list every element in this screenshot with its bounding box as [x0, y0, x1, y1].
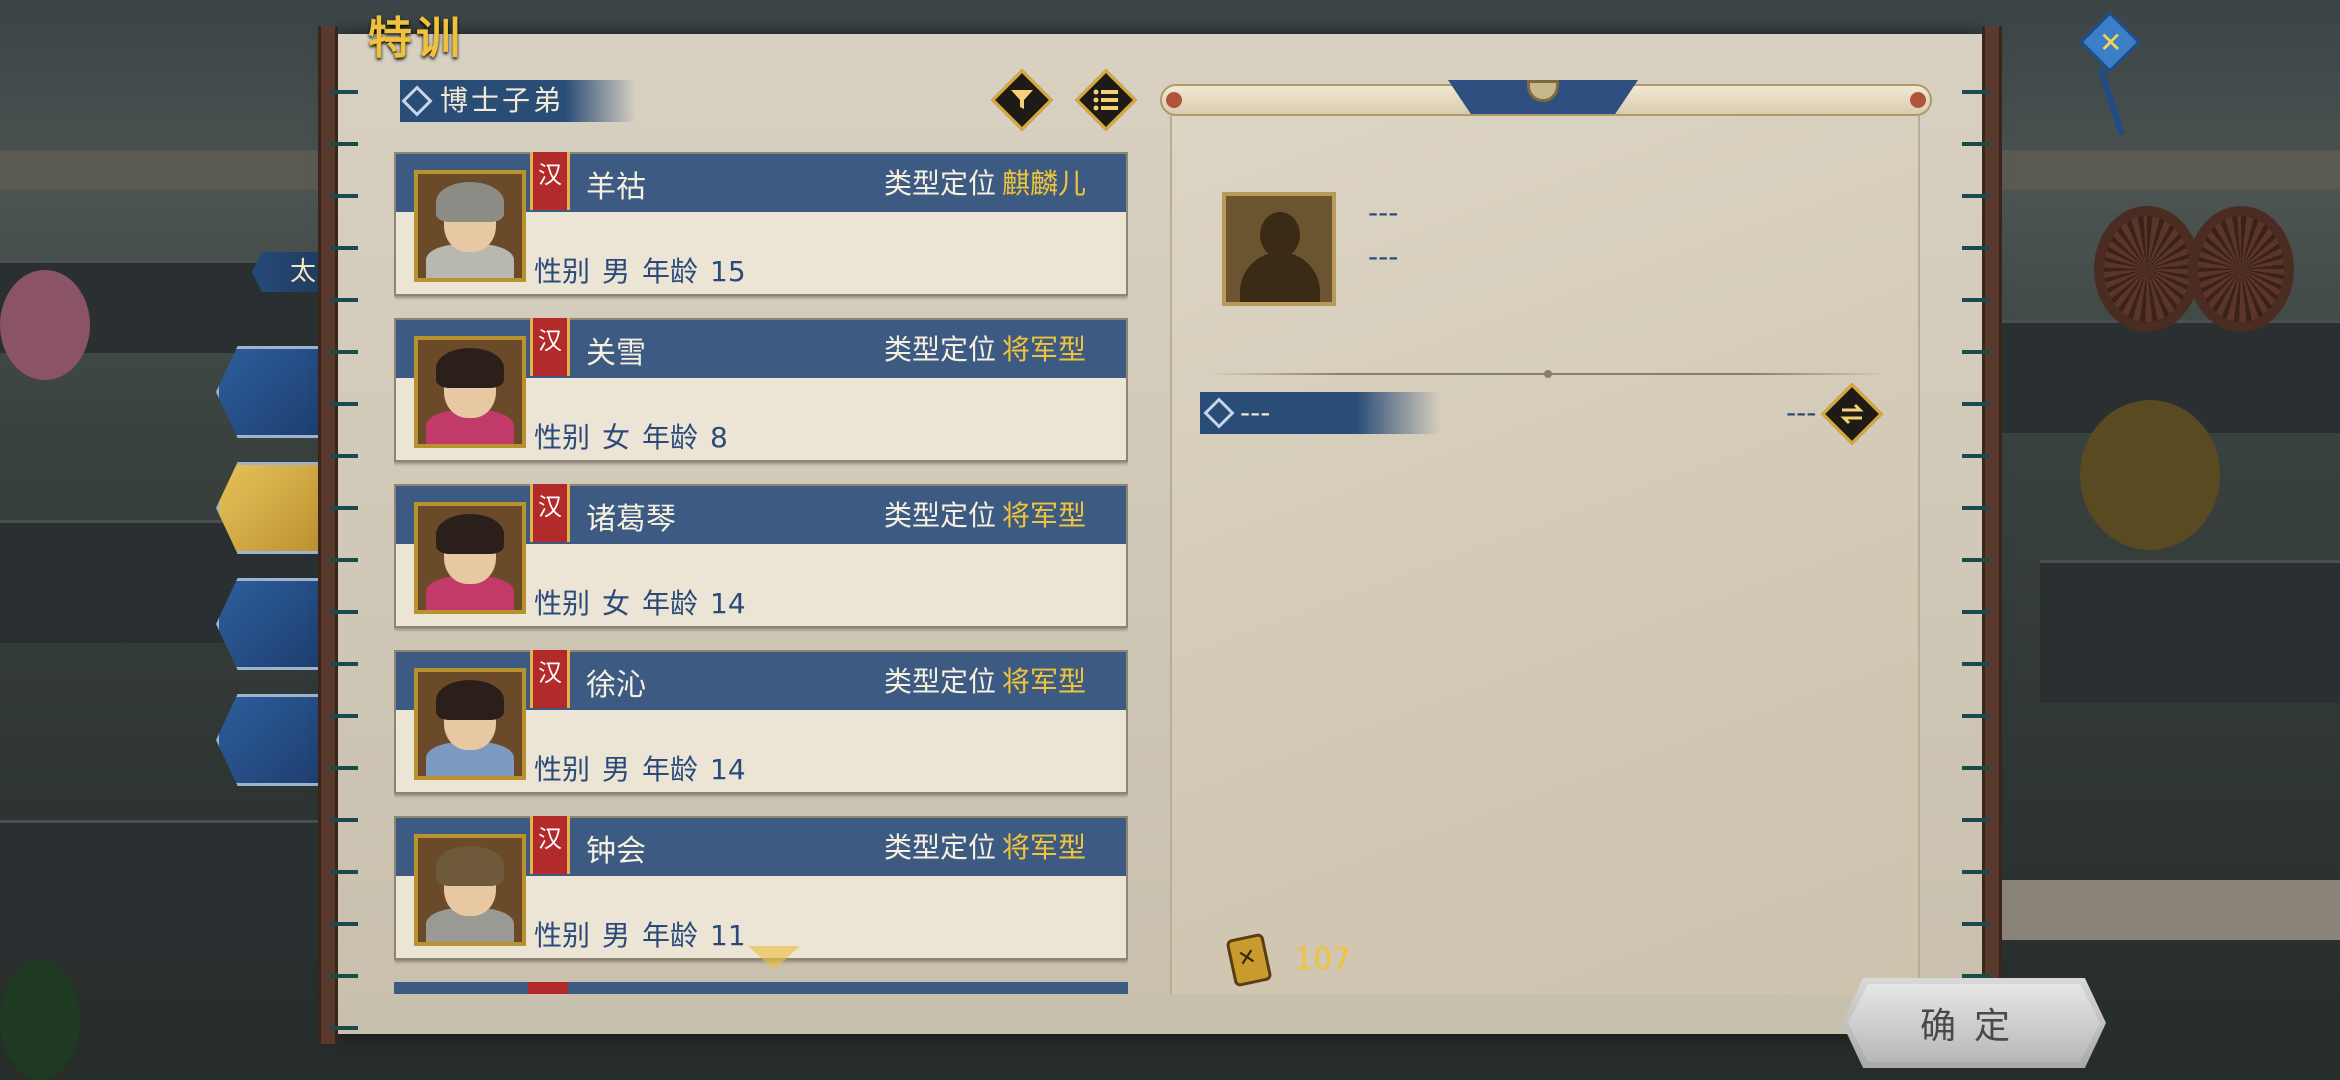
confirm-button[interactable]: 确定 — [1842, 978, 2106, 1068]
type-label: 类型定位 — [884, 167, 997, 200]
student-meta: 性别女年龄 8 — [534, 421, 728, 454]
type-label: 类型定位 — [884, 665, 997, 698]
sort-list-button[interactable] — [1074, 68, 1138, 132]
type-value: 将军型 — [1002, 333, 1087, 366]
student-card[interactable]: 汉 关雪 类型定位 将军型 性别女年龄 8 — [394, 318, 1128, 462]
swap-arrows-icon — [1820, 382, 1884, 446]
student-meta: 性别男年龄 14 — [534, 753, 746, 786]
kite-icon[interactable]: ✕ — [2078, 6, 2150, 136]
portrait — [414, 336, 526, 448]
panel-hooks-left — [330, 50, 358, 1030]
panel-hooks-right — [1962, 50, 1990, 1030]
student-card[interactable]: 汉 钟会 类型定位 将军型 性别男年龄 11 — [394, 816, 1128, 960]
type-label: 类型定位 — [884, 831, 997, 864]
faction-badge: 汉 — [530, 318, 570, 376]
student-name: 钟会 — [586, 834, 646, 869]
detail-sub-value: --- — [1786, 396, 1817, 429]
detail-line-2: --- — [1368, 240, 1399, 273]
student-name: 诸葛琴 — [586, 502, 676, 537]
funnel-icon — [990, 68, 1054, 132]
portrait — [414, 502, 526, 614]
portrait — [414, 170, 526, 282]
type-value: 将军型 — [1002, 665, 1087, 698]
swap-button[interactable] — [1820, 382, 1884, 446]
faction-badge: 汉 — [530, 152, 570, 210]
diamond-icon — [400, 86, 428, 114]
divider — [1208, 370, 1888, 378]
category-label: 博士子弟 — [440, 84, 565, 117]
student-card-partial[interactable] — [394, 982, 1128, 994]
empty-avatar — [1222, 192, 1336, 306]
student-meta: 性别男年龄 15 — [534, 255, 746, 288]
student-name: 徐沁 — [586, 668, 646, 703]
student-name: 关雪 — [586, 336, 646, 371]
type-value: 将军型 — [1002, 499, 1087, 532]
student-name: 羊祜 — [586, 170, 646, 205]
type-label: 类型定位 — [884, 333, 997, 366]
student-card[interactable]: 汉 羊祜 类型定位 麒麟儿 性别男年龄 15 — [394, 152, 1128, 296]
scroll-crest — [1448, 80, 1638, 114]
diamond-icon — [1202, 398, 1230, 426]
faction-badge: 汉 — [530, 484, 570, 542]
list-icon — [1074, 68, 1138, 132]
student-card[interactable]: 汉 徐沁 类型定位 将军型 性别男年龄 14 — [394, 650, 1128, 794]
student-list[interactable]: 汉 羊祜 类型定位 麒麟儿 性别男年龄 15 汉 关雪 类型定位 将军型 性别女年… — [394, 152, 1128, 990]
detail-sub-tag: --- — [1200, 392, 1440, 434]
type-label: 类型定位 — [884, 499, 997, 532]
student-meta: 性别女年龄 14 — [534, 587, 746, 620]
type-value: 麒麟儿 — [1002, 167, 1087, 200]
student-card[interactable]: 汉 诸葛琴 类型定位 将军型 性别女年龄 14 — [394, 484, 1128, 628]
faction-badge: 汉 — [530, 816, 570, 874]
token-count: 107 — [1294, 942, 1352, 977]
category-tag[interactable]: 博士子弟 — [400, 80, 636, 122]
filter-button[interactable] — [990, 68, 1054, 132]
screen-title: 特训 — [368, 13, 464, 64]
type-value: 将军型 — [1002, 831, 1087, 864]
faction-badge: 汉 — [530, 650, 570, 708]
scroll-down-icon[interactable] — [748, 946, 800, 970]
portrait — [414, 834, 526, 946]
student-meta: 性别男年龄 11 — [534, 919, 746, 952]
detail-line-1: --- — [1368, 196, 1399, 229]
portrait — [414, 668, 526, 780]
token-icon: ✕ — [1225, 930, 1274, 990]
